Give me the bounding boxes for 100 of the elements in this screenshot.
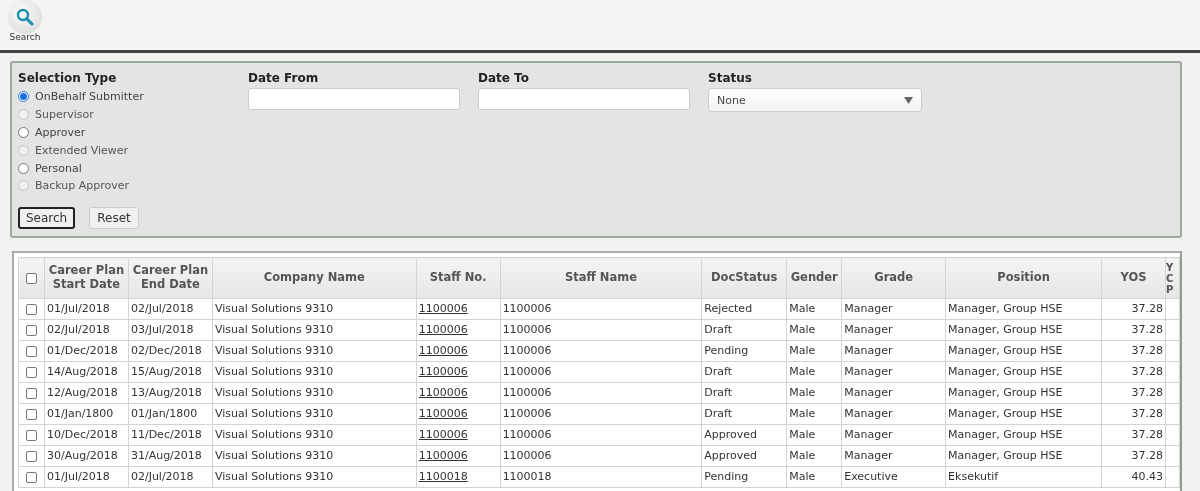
table-cell: 37.28 bbox=[1101, 361, 1166, 383]
table-cell: 01/Jan/1800 bbox=[44, 403, 129, 425]
row-checkbox[interactable] bbox=[26, 366, 37, 378]
caret-icon bbox=[904, 96, 913, 104]
select-all-checkbox[interactable] bbox=[26, 272, 37, 284]
table-cell: 10/Dec/2018 bbox=[44, 424, 129, 446]
table-cell: Executive bbox=[841, 466, 946, 488]
date-from-field[interactable] bbox=[248, 88, 460, 110]
table-cell: Male bbox=[786, 298, 842, 320]
radio-button[interactable] bbox=[18, 91, 29, 103]
radio-button[interactable] bbox=[18, 127, 29, 138]
search-button[interactable]: Search bbox=[18, 206, 76, 229]
field-label: Date To bbox=[478, 71, 530, 85]
table-cell: 12/Aug/2018 bbox=[44, 382, 129, 404]
table-cell: Draft bbox=[701, 319, 787, 341]
table-cell: 31/Aug/2018 bbox=[128, 445, 213, 467]
status-dropdown[interactable]: None bbox=[708, 88, 922, 112]
table-cell: Visual Solutions 9310 bbox=[212, 424, 417, 446]
field-label: Selection Type bbox=[18, 71, 118, 85]
column-header[interactable]: Gender bbox=[786, 257, 842, 299]
date-to-field[interactable] bbox=[478, 88, 690, 110]
table-cell: Pending bbox=[701, 466, 787, 488]
table-cell: 02/Jul/2018 bbox=[44, 319, 129, 341]
table-cell: Manager, Group HSE bbox=[945, 319, 1102, 341]
table-cell: 37.28 bbox=[1101, 319, 1166, 341]
table-cell: Manager bbox=[841, 445, 946, 467]
table-cell: 02/Jul/2018 bbox=[128, 466, 213, 488]
row-checkbox[interactable] bbox=[26, 324, 37, 336]
table-cell: Manager, Group HSE bbox=[945, 298, 1102, 320]
table-cell: 13/Aug/2018 bbox=[128, 382, 213, 404]
table-cell: 02/Dec/2018 bbox=[128, 340, 213, 362]
column-header[interactable]: DocStatus bbox=[701, 257, 787, 299]
table-cell: 14/Aug/2018 bbox=[44, 361, 129, 383]
table-cell: Manager bbox=[841, 361, 946, 383]
column-header[interactable]: Career Plan End Date bbox=[128, 257, 213, 299]
column-header[interactable]: Company Name bbox=[212, 257, 417, 299]
table-cell: Manager, Group HSE bbox=[945, 340, 1102, 362]
column-header[interactable]: YOS bbox=[1101, 257, 1166, 299]
row-checkbox[interactable] bbox=[26, 345, 37, 357]
table-cell: Manager, Group HSE bbox=[945, 445, 1102, 467]
table-cell: Male bbox=[786, 319, 842, 341]
table-cell: Visual Solutions 9310 bbox=[212, 445, 417, 467]
table-cell: Approved bbox=[701, 424, 787, 446]
table-cell: 1100018 bbox=[500, 466, 702, 488]
table-cell: 02/Jul/2018 bbox=[128, 298, 213, 320]
table-cell: Visual Solutions 9310 bbox=[212, 466, 417, 488]
row-checkbox[interactable] bbox=[26, 450, 37, 462]
table-cell: Eksekutif bbox=[945, 466, 1102, 488]
table-cell: 30/Aug/2018 bbox=[44, 445, 129, 467]
table-cell: 11/Dec/2018 bbox=[128, 424, 213, 446]
table-cell: Male bbox=[786, 382, 842, 404]
table-cell: Male bbox=[786, 340, 842, 362]
reset-button[interactable]: Reset bbox=[89, 206, 139, 229]
table-cell: Male bbox=[786, 445, 842, 467]
table-cell: 37.28 bbox=[1101, 382, 1166, 404]
table-cell: 1100006 bbox=[500, 340, 702, 362]
table-cell: 1100006 bbox=[500, 424, 702, 446]
column-header[interactable]: Staff Name bbox=[500, 257, 702, 299]
column-header[interactable]: Career Plan Start Date bbox=[44, 257, 129, 299]
field-label: Date From bbox=[248, 71, 320, 85]
row-checkbox[interactable] bbox=[26, 408, 37, 420]
table-cell: Manager bbox=[841, 298, 946, 320]
table-cell: Male bbox=[786, 361, 842, 383]
radio-label: Backup Approver bbox=[35, 179, 130, 193]
table-cell: Visual Solutions 9310 bbox=[212, 403, 417, 425]
column-header[interactable]: Position bbox=[945, 257, 1102, 299]
table-cell: Visual Solutions 9310 bbox=[212, 319, 417, 341]
radio-label: Approver bbox=[35, 126, 86, 139]
table-cell: 1100006 bbox=[500, 361, 702, 383]
row-checkbox[interactable] bbox=[26, 303, 37, 315]
column-header[interactable]: Staff No. bbox=[416, 257, 501, 299]
table-cell: 37.28 bbox=[1101, 298, 1166, 320]
table-cell: 37.28 bbox=[1101, 424, 1166, 446]
table-cell: 15/Aug/2018 bbox=[128, 361, 213, 383]
table-cell: Manager, Group HSE bbox=[945, 424, 1102, 446]
table-cell: 1100006 bbox=[500, 445, 702, 467]
table-cell: Manager, Group HSE bbox=[945, 403, 1102, 425]
table-cell: 1100006 bbox=[500, 298, 702, 320]
table-cell: Manager, Group HSE bbox=[945, 382, 1102, 404]
table-cell: 37.28 bbox=[1101, 403, 1166, 425]
table-cell: Manager bbox=[841, 319, 946, 341]
table-cell: Manager bbox=[841, 403, 946, 425]
radio-label: Personal bbox=[35, 161, 82, 175]
table-cell: Manager, Group HSE bbox=[945, 361, 1102, 383]
table-cell: 40.43 bbox=[1101, 466, 1166, 488]
table-cell: 01/Jul/2018 bbox=[44, 466, 129, 488]
table-cell: 01/Dec/2018 bbox=[44, 340, 129, 362]
row-checkbox[interactable] bbox=[26, 429, 37, 441]
radio-label: Supervisor bbox=[35, 108, 94, 122]
row-checkbox[interactable] bbox=[26, 471, 37, 483]
radio-label: Extended Viewer bbox=[35, 143, 129, 157]
radio-label: OnBehalf Submitter bbox=[35, 90, 144, 104]
table-cell: Draft bbox=[701, 382, 787, 404]
radio-button[interactable] bbox=[18, 162, 29, 174]
table-cell: Male bbox=[786, 424, 842, 446]
table-cell: 01/Jul/2018 bbox=[44, 298, 129, 320]
row-checkbox[interactable] bbox=[26, 387, 37, 399]
column-header[interactable]: Grade bbox=[841, 257, 946, 299]
table-cell: Visual Solutions 9310 bbox=[212, 298, 417, 320]
table-cell: 1100006 bbox=[500, 403, 702, 425]
